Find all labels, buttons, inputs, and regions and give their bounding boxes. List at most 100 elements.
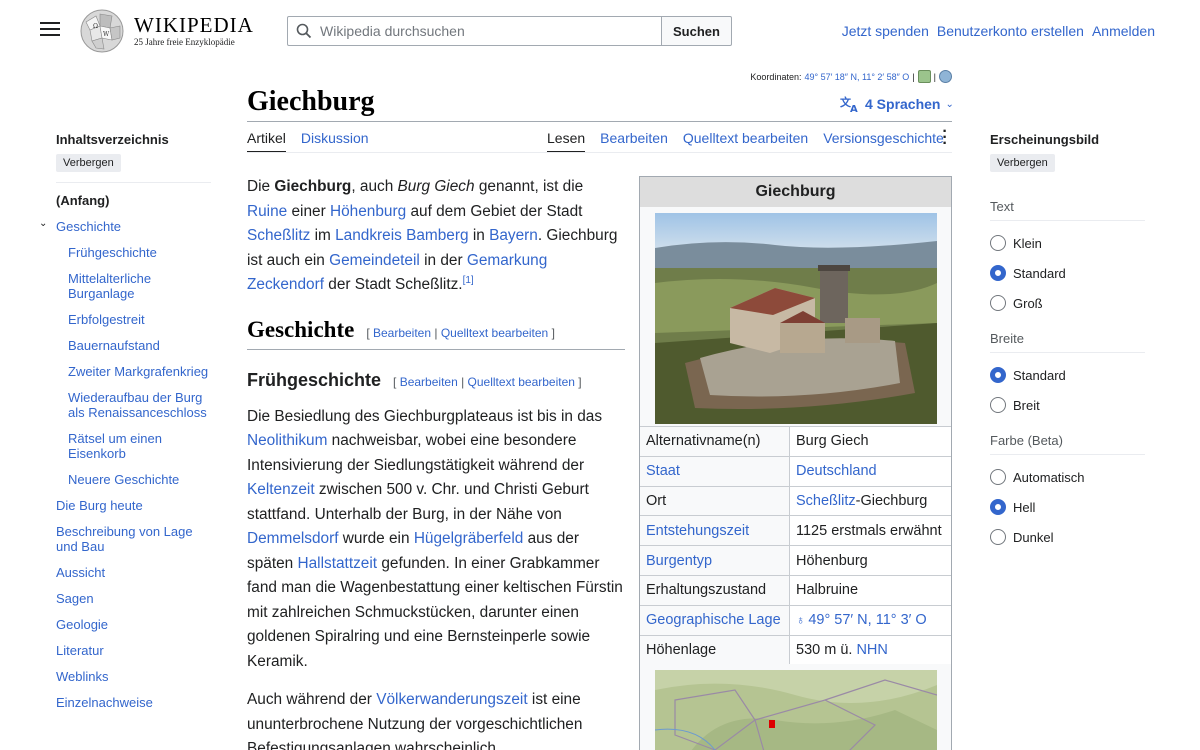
toc-item[interactable]: Aussicht <box>56 565 211 580</box>
wikipedia-logo[interactable]: Ω W WIKIPEDIA 25 Jahre freie Enzyklopädi… <box>78 8 254 54</box>
radio-label: Automatisch <box>1013 469 1085 485</box>
toc-item[interactable]: Weblinks <box>56 669 211 684</box>
login-link[interactable]: Anmelden <box>1092 23 1155 39</box>
infobox-row: Burgentyp Höhenburg <box>640 545 951 575</box>
link-schesslitz[interactable]: Scheßlitz <box>247 227 310 244</box>
appearance-radio[interactable]: Klein <box>990 235 1145 251</box>
toc-hide-button[interactable]: Verbergen <box>56 154 121 172</box>
toc-item[interactable]: Geologie <box>56 617 211 632</box>
separator: | <box>457 375 468 389</box>
toc-item[interactable]: (Anfang) <box>56 193 211 208</box>
bracket: [ <box>393 375 400 389</box>
reference-link[interactable]: [1] <box>463 275 474 286</box>
toc-item-label: (Anfang) <box>56 193 110 208</box>
appearance-radio[interactable]: Breit <box>990 397 1145 413</box>
link-keltenzeit[interactable]: Keltenzeit <box>247 481 315 498</box>
link-hoehenburg[interactable]: Höhenburg <box>330 203 406 220</box>
appearance-radio[interactable]: Groß <box>990 295 1145 311</box>
infobox-value-link[interactable]: NHN <box>856 642 887 658</box>
edit-source-section-link[interactable]: Quelltext bearbeiten <box>468 375 575 389</box>
toc-item[interactable]: Mittelalterliche Burganlage <box>56 271 211 301</box>
create-account-link[interactable]: Benutzerkonto erstellen <box>937 23 1084 39</box>
toc-item[interactable]: Die Burg heute <box>56 498 211 513</box>
radio-circle-icon[interactable] <box>990 367 1006 383</box>
appearance-heading: Erscheinungsbild <box>990 132 1100 147</box>
toc-item[interactable]: Literatur <box>56 643 211 658</box>
toc-item[interactable]: Erbfolgestreit <box>56 312 211 327</box>
edit-section-link[interactable]: Bearbeiten <box>373 326 431 340</box>
search-field[interactable] <box>287 16 662 46</box>
tab-history[interactable]: Versionsgeschichte <box>823 130 944 153</box>
radio-label: Standard <box>1013 367 1066 383</box>
toc-item-label: Bauernaufstand <box>68 338 160 353</box>
toc-item[interactable]: Zweiter Markgrafenkrieg <box>56 364 211 379</box>
infobox-label[interactable]: Staat <box>640 456 790 486</box>
toc-item[interactable]: Rätsel um einen Eisenkorb <box>56 431 211 461</box>
location-map[interactable] <box>654 670 937 750</box>
toc-item[interactable]: ⌄ Geschichte <box>39 218 211 234</box>
link-hallstattzeit[interactable]: Hallstattzeit <box>298 555 378 572</box>
appearance-radio[interactable]: Standard <box>990 367 1145 383</box>
link-demmelsdorf[interactable]: Demmelsdorf <box>247 530 339 547</box>
language-button[interactable]: 文 A 4 Sprachen ⌄ <box>840 95 954 113</box>
tab-edit-source[interactable]: Quelltext bearbeiten <box>683 130 808 153</box>
infobox-label[interactable]: Geographische Lage <box>640 605 790 635</box>
donate-link[interactable]: Jetzt spenden <box>842 23 929 39</box>
link-landkreis-bamberg[interactable]: Landkreis Bamberg <box>335 227 468 244</box>
toc-item[interactable]: Einzelnachweise <box>56 695 211 710</box>
link-voelkerwanderungszeit[interactable]: Völkerwanderungszeit <box>376 691 527 708</box>
radio-circle-icon[interactable] <box>990 499 1006 515</box>
appearance-hide-button[interactable]: Verbergen <box>990 154 1055 172</box>
toc-item[interactable]: Bauernaufstand <box>56 338 211 353</box>
link-bayern[interactable]: Bayern <box>489 227 538 244</box>
edit-section-link[interactable]: Bearbeiten <box>400 375 458 389</box>
globe-icon[interactable] <box>939 70 952 83</box>
search-input[interactable] <box>320 23 640 39</box>
infobox-value-text[interactable]: 49° 57′ N, 11° 3′ O <box>808 612 926 628</box>
infobox-value-link[interactable]: Scheßlitz <box>796 493 856 509</box>
map-icon[interactable] <box>917 70 931 83</box>
appearance-radio[interactable]: Hell <box>990 499 1145 515</box>
paragraph-fruehgeschichte: Die Besiedlung des Giechburgplateaus ist… <box>247 405 625 675</box>
radio-label: Breit <box>1013 397 1040 413</box>
coordinates-link[interactable]: 49° 57′ 18″ N, 11° 2′ 58″ O <box>804 72 909 82</box>
radio-circle-icon[interactable] <box>990 469 1006 485</box>
tab-read[interactable]: Lesen <box>547 130 586 153</box>
radio-label: Klein <box>1013 235 1042 251</box>
link-ruine[interactable]: Ruine <box>247 203 287 220</box>
toc-item[interactable]: Frühgeschichte <box>56 245 211 260</box>
appearance-radio[interactable]: Automatisch <box>990 469 1145 485</box>
toc-item[interactable]: Neuere Geschichte <box>56 472 211 487</box>
more-tools-icon[interactable]: · · · <box>941 124 949 152</box>
coordinates-icon[interactable]: ♁ <box>796 613 808 627</box>
link-neolithikum[interactable]: Neolithikum <box>247 432 327 449</box>
appearance-radio[interactable]: Dunkel <box>990 529 1145 545</box>
radio-circle-icon[interactable] <box>990 397 1006 413</box>
infobox-label[interactable]: Entstehungszeit <box>640 516 790 546</box>
appearance-radio[interactable]: Standard <box>990 265 1145 281</box>
user-links: Jetzt spenden Benutzerkonto erstellen An… <box>842 23 1155 39</box>
tab-article[interactable]: Artikel <box>247 130 286 153</box>
infobox-label[interactable]: Burgentyp <box>640 546 790 575</box>
appearance-group-heading: Text <box>990 199 1145 221</box>
radio-circle-icon[interactable] <box>990 295 1006 311</box>
radio-circle-icon[interactable] <box>990 235 1006 251</box>
castle-photo[interactable] <box>654 213 937 424</box>
toc-heading: Inhaltsverzeichnis <box>56 132 169 147</box>
main-menu-icon[interactable] <box>40 22 60 38</box>
radio-circle-icon[interactable] <box>990 265 1006 281</box>
link-huegelgraeberfeld[interactable]: Hügelgräberfeld <box>414 530 524 547</box>
edit-source-section-link[interactable]: Quelltext bearbeiten <box>441 326 548 340</box>
tab-discussion[interactable]: Diskussion <box>301 130 369 153</box>
infobox-value-text[interactable]: Deutschland <box>796 463 877 479</box>
toc-item[interactable]: Sagen <box>56 591 211 606</box>
chevron-down-icon[interactable]: ⌄ <box>39 216 47 231</box>
toc-item[interactable]: Wiederaufbau der Burg als Renaissancesch… <box>56 390 211 420</box>
tab-edit[interactable]: Bearbeiten <box>600 130 668 153</box>
infobox-value: 1125 erstmals erwähnt <box>790 523 942 539</box>
link-gemeindeteil[interactable]: Gemeindeteil <box>329 252 420 269</box>
toc-item[interactable]: Beschreibung von Lage und Bau <box>56 524 211 554</box>
search-button[interactable]: Suchen <box>662 16 732 46</box>
radio-circle-icon[interactable] <box>990 529 1006 545</box>
infobox-label-text: Alternativname(n) <box>646 433 761 450</box>
